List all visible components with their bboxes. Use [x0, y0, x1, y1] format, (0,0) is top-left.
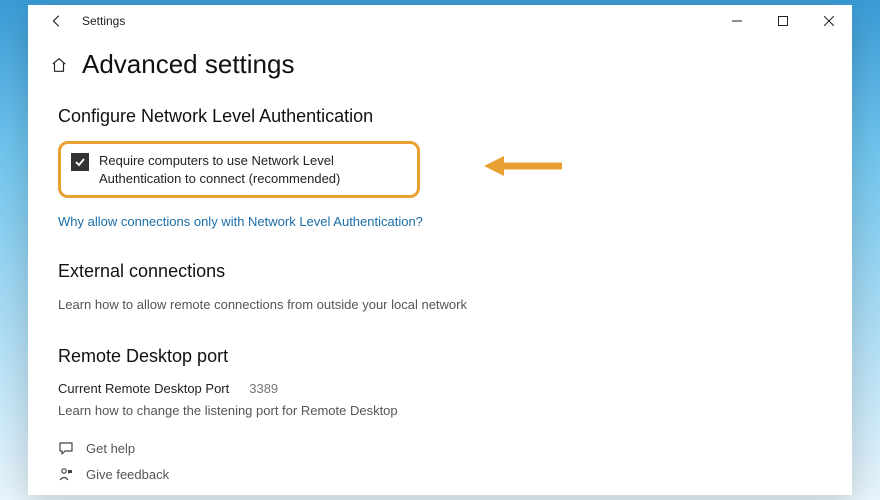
settings-window: Settings Advanced settings Configure Net… — [28, 5, 852, 495]
nla-link[interactable]: Why allow connections only with Network … — [58, 214, 822, 229]
chat-help-icon — [58, 440, 74, 456]
minimize-button[interactable] — [714, 5, 760, 37]
back-icon[interactable] — [50, 14, 64, 28]
close-button[interactable] — [806, 5, 852, 37]
feedback-person-icon — [58, 466, 74, 482]
nla-checkbox-label: Require computers to use Network Level A… — [99, 152, 407, 187]
get-help-label: Get help — [86, 441, 135, 456]
feedback-label: Give feedback — [86, 467, 169, 482]
port-label: Current Remote Desktop Port — [58, 381, 229, 396]
port-row: Current Remote Desktop Port 3389 — [58, 381, 822, 396]
nla-heading: Configure Network Level Authentication — [58, 106, 822, 127]
home-icon[interactable] — [50, 56, 68, 74]
port-heading: Remote Desktop port — [58, 346, 822, 367]
feedback-row[interactable]: Give feedback — [58, 466, 822, 482]
annotation-arrow-icon — [484, 153, 564, 184]
external-heading: External connections — [58, 261, 822, 282]
get-help-row[interactable]: Get help — [58, 440, 822, 456]
page-title-row: Advanced settings — [50, 49, 822, 80]
checkbox-checked-icon[interactable] — [71, 153, 89, 171]
nla-checkbox-row[interactable]: Require computers to use Network Level A… — [58, 141, 420, 198]
window-title: Settings — [82, 14, 125, 28]
external-body: Learn how to allow remote connections fr… — [58, 296, 822, 314]
window-controls — [714, 5, 852, 37]
port-value: 3389 — [249, 381, 278, 396]
page-title: Advanced settings — [82, 49, 294, 80]
maximize-button[interactable] — [760, 5, 806, 37]
content-area: Advanced settings Configure Network Leve… — [28, 37, 852, 495]
port-body: Learn how to change the listening port f… — [58, 402, 822, 420]
